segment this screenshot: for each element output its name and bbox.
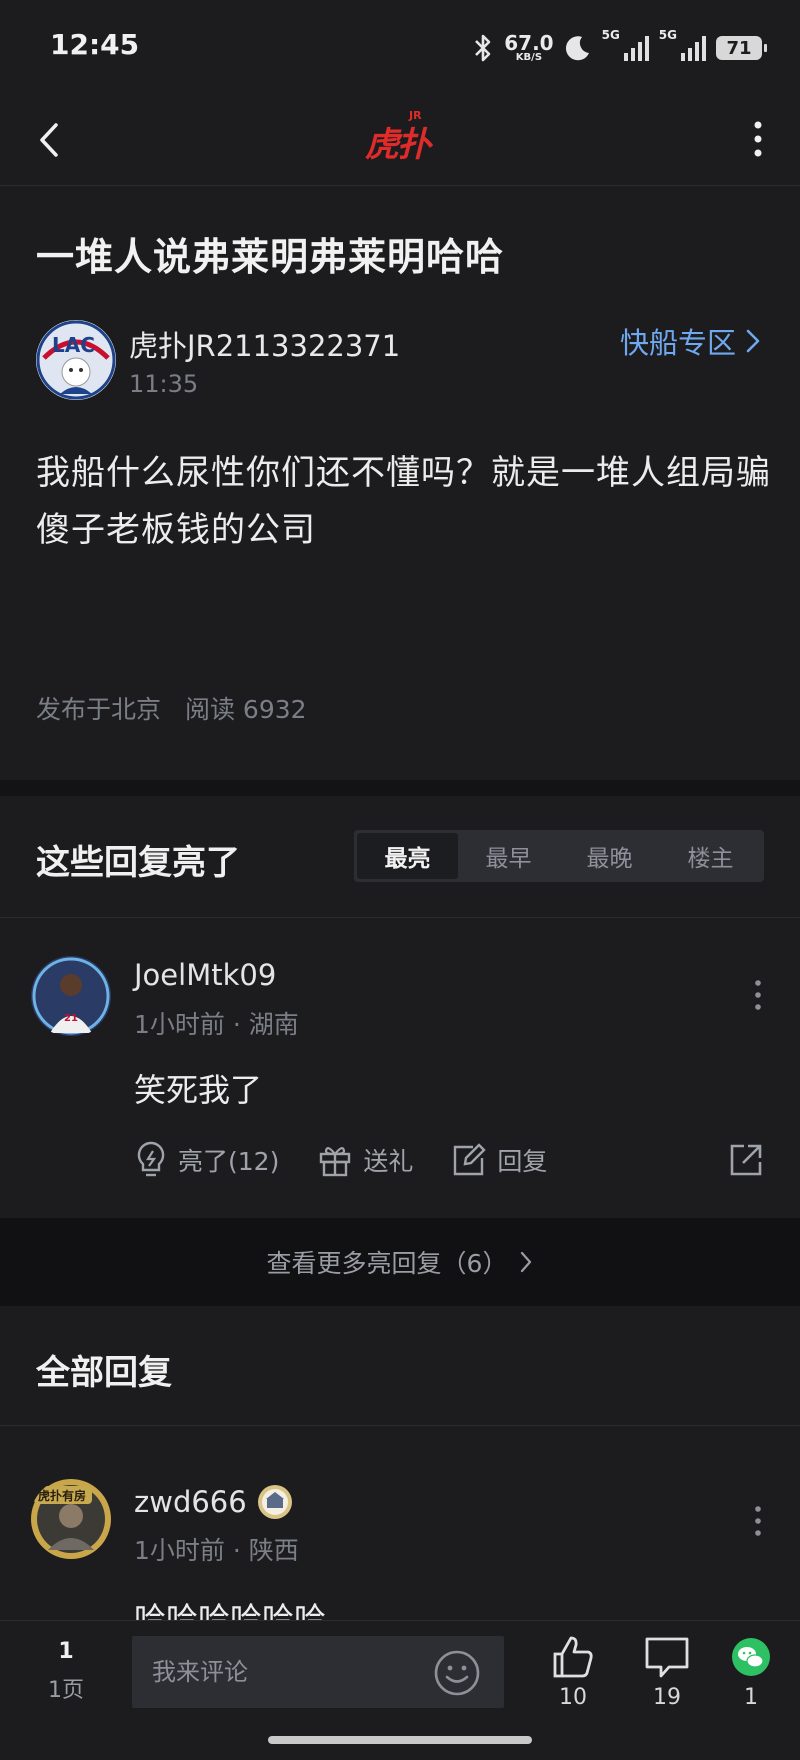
section-divider [0, 780, 800, 796]
light-bulb-icon [137, 1141, 165, 1177]
reply-more-icon[interactable] [748, 1504, 768, 1538]
back-icon[interactable] [26, 115, 76, 165]
reply-user-row: zwd666 [134, 1484, 293, 1520]
view-more-lit-replies[interactable]: 查看更多亮回复（6） [0, 1218, 800, 1306]
tab-latest[interactable]: 最晚 [559, 833, 660, 879]
tab-brightest[interactable]: 最亮 [357, 833, 458, 879]
logo-text: 虎扑 [365, 125, 431, 165]
edit-icon [454, 1143, 487, 1176]
status-bar: 12:45 67.0 KB/S 5G 5G 71 [0, 0, 800, 95]
reply-time: 1小时前 [134, 1536, 225, 1565]
reply-time: 1小时前 [134, 1010, 225, 1039]
svg-text:21: 21 [64, 1013, 78, 1024]
page-current: 1 [58, 1639, 74, 1664]
page-indicator[interactable]: 1 1页 [40, 1639, 92, 1704]
like-button[interactable]: 10 [538, 1633, 608, 1710]
reply-location: 陕西 [248, 1536, 299, 1565]
post-time: 11:35 [129, 370, 199, 398]
share-count: 1 [744, 1685, 758, 1710]
post-title: 一堆人说弗莱明弗莱明哈哈 [36, 235, 505, 279]
bluetooth-icon [475, 34, 491, 62]
gift-icon [320, 1147, 351, 1177]
reply-content: 笑死我了 [134, 1071, 263, 1109]
reply-username[interactable]: zwd666 [134, 1485, 247, 1519]
user-avatar-icon: 虎扑有房 [31, 1479, 111, 1559]
reply-more-icon[interactable] [748, 978, 768, 1012]
zone-link[interactable]: 快船专区 [620, 320, 762, 362]
status-time: 12:45 [50, 28, 140, 61]
reply-actions: 亮了(12) 送礼 回复 [134, 1138, 764, 1182]
author-name[interactable]: 虎扑JR2113322371 [129, 323, 400, 365]
signal-bars-1-icon [623, 35, 649, 61]
comment-count: 19 [653, 1685, 681, 1710]
clippers-avatar-icon: LAC [36, 320, 116, 400]
status-icons: 67.0 KB/S 5G 5G 71 [472, 28, 767, 68]
moon-icon [565, 36, 589, 61]
light-label: 亮了(12) [178, 1147, 280, 1176]
gift-button[interactable]: 送礼 [317, 1142, 413, 1178]
sort-tabs: 最亮 最早 最晚 楼主 [354, 830, 764, 882]
comment-icon [645, 1637, 689, 1678]
battery-icon: 71 [716, 36, 767, 60]
thumbs-up-icon [553, 1636, 593, 1678]
reply-button[interactable]: 回复 [451, 1142, 547, 1178]
like-count: 10 [559, 1685, 587, 1710]
tab-op-only[interactable]: 楼主 [660, 833, 761, 879]
reply-meta: 1小时前 · 湖南 [134, 1005, 299, 1041]
chevron-right-icon [521, 1251, 532, 1273]
reply-avatar[interactable]: 21 [30, 955, 112, 1037]
home-indicator[interactable] [268, 1736, 532, 1744]
reply-location: 湖南 [248, 1010, 299, 1039]
author-avatar[interactable]: LAC [36, 320, 116, 400]
all-replies-title: 全部回复 [36, 1353, 172, 1393]
gift-label: 送礼 [363, 1147, 414, 1176]
more-vertical-icon[interactable] [738, 113, 778, 165]
wechat-icon [732, 1638, 770, 1676]
post-read-count: 阅读 6932 [184, 695, 307, 724]
nav-bar: JR 虎扑 [0, 95, 800, 186]
battery-level: 71 [726, 37, 752, 59]
share-icon[interactable] [728, 1142, 764, 1178]
svg-text:虎扑有房: 虎扑有房 [38, 1488, 86, 1503]
hupu-logo: JR 虎扑 [365, 109, 435, 169]
reply-label: 回复 [497, 1147, 548, 1176]
post-content: 我船什么尿性你们还不懂吗？就是一堆人组局骗傻子老板钱的公司 [36, 453, 771, 550]
post-location: 发布于北京 [36, 695, 162, 724]
post-meta: 发布于北京 阅读 6932 [36, 690, 307, 726]
chevron-right-icon [746, 329, 760, 353]
comments-button[interactable]: 19 [632, 1633, 702, 1710]
zone-label: 快船专区 [619, 326, 736, 360]
signal-label-2: 5G [658, 28, 677, 42]
reply-dot: · [232, 1536, 249, 1565]
light-button[interactable]: 亮了(12) [134, 1140, 279, 1180]
reply-username[interactable]: JoelMtk09 [134, 958, 276, 992]
signal-label-1: 5G [601, 28, 620, 42]
reply-avatar[interactable]: 虎扑有房 [30, 1478, 112, 1560]
svg-text:LAC: LAC [52, 333, 95, 357]
view-more-label: 查看更多亮回复（6） [266, 1249, 508, 1278]
reply-dot: · [232, 1010, 249, 1039]
user-badge-icon [257, 1485, 292, 1519]
divider [0, 917, 800, 918]
divider [0, 1425, 800, 1426]
emoji-icon[interactable] [432, 1648, 482, 1698]
network-speed: 67.0 KB/S [504, 31, 554, 63]
wechat-share-button[interactable]: 1 [716, 1633, 786, 1710]
player-avatar-icon: 21 [31, 956, 111, 1036]
signal-bars-2-icon [681, 35, 706, 61]
lit-replies-title: 这些回复亮了 [36, 843, 240, 883]
page-total: 1页 [48, 1678, 84, 1703]
tab-earliest[interactable]: 最早 [458, 833, 559, 879]
reply-meta: 1小时前 · 陕西 [134, 1531, 299, 1567]
